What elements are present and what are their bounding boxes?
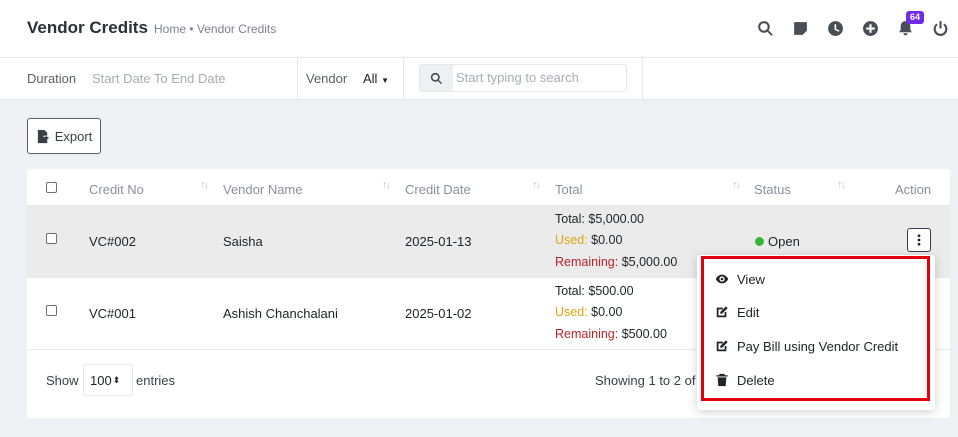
row-actions-button[interactable] — [907, 228, 931, 252]
remaining-label: Remaining: — [555, 255, 619, 269]
total-line: Total: $500.00 — [555, 284, 634, 298]
sort-icon[interactable]: ↑↓ — [200, 179, 209, 191]
menu-item-delete[interactable]: Delete — [715, 370, 775, 390]
used-label: Used: — [555, 233, 588, 247]
used-value: $0.00 — [591, 233, 623, 247]
credit-date: 2025-01-02 — [405, 306, 472, 321]
divider — [297, 58, 298, 100]
remaining-line: Remaining: $5,000.00 — [555, 255, 677, 269]
eye-icon — [715, 274, 729, 284]
more-vertical-icon — [917, 234, 921, 246]
edit-icon — [716, 306, 728, 318]
row-checkbox[interactable] — [46, 305, 57, 316]
column-header-credit-no[interactable]: Credit No — [89, 182, 144, 197]
vendor-select-value: All — [363, 71, 378, 86]
column-header-total[interactable]: Total — [555, 182, 582, 197]
edit-icon — [716, 340, 728, 352]
search-icon[interactable] — [420, 65, 453, 91]
used-line: Used: $0.00 — [555, 305, 622, 319]
caret-down-icon: ▼ — [381, 76, 389, 85]
bell-icon[interactable]: 64 — [888, 11, 925, 42]
credit-no: VC#002 — [89, 234, 136, 249]
sort-icon[interactable]: ↑↓ — [532, 179, 541, 191]
menu-item-view[interactable]: View — [715, 269, 765, 289]
divider — [403, 58, 404, 100]
date-range-input[interactable]: Start Date To End Date — [92, 71, 225, 86]
used-label: Used: — [555, 305, 588, 319]
sort-icon[interactable]: ↑↓ — [837, 179, 846, 191]
used-line: Used: $0.00 — [555, 233, 622, 247]
table-info: Showing 1 to 2 of — [595, 373, 696, 388]
file-export-icon — [37, 129, 49, 143]
vendor-name: Ashish Chanchalani — [223, 306, 338, 321]
export-button[interactable]: Export — [27, 118, 101, 154]
remaining-value: $500.00 — [621, 327, 667, 341]
notification-badge: 64 — [906, 11, 925, 24]
column-header-credit-date[interactable]: Credit Date — [405, 182, 471, 197]
search-box — [419, 64, 627, 92]
remaining-value: $5,000.00 — [621, 255, 678, 269]
total-value: $5,000.00 — [588, 212, 644, 226]
menu-item-pay-bill[interactable]: Pay Bill using Vendor Credit — [715, 336, 898, 356]
duration-label: Duration — [27, 71, 77, 86]
top-icon-bar: 64 — [748, 11, 958, 42]
vendor-name: Saisha — [223, 234, 263, 249]
vendor-select[interactable]: All ▼ — [363, 71, 389, 86]
show-label: Show — [46, 373, 79, 388]
search-input[interactable] — [456, 70, 621, 85]
search-icon[interactable] — [748, 14, 783, 42]
remaining-line: Remaining: $500.00 — [555, 327, 667, 341]
total-label: Total: — [555, 212, 585, 226]
sticky-note-icon[interactable] — [783, 14, 818, 42]
table-header: Credit No ↑↓ Vendor Name ↑↓ Credit Date … — [27, 169, 950, 206]
row-action-menu: View Edit Pay Bill using Vendor Credit D… — [697, 255, 935, 410]
status-text: Open — [768, 234, 800, 249]
column-header-vendor-name[interactable]: Vendor Name — [223, 182, 303, 197]
divider — [642, 58, 643, 100]
page-length-value: 100 — [90, 372, 112, 388]
credit-date: 2025-01-13 — [405, 234, 472, 249]
menu-item-label: View — [737, 271, 765, 287]
entries-label: entries — [136, 373, 176, 388]
page-title: Vendor Credits — [27, 18, 148, 37]
plus-circle-icon[interactable] — [853, 14, 888, 42]
sort-icon[interactable]: ↑↓ — [382, 179, 391, 191]
sort-caret-icon: ⬍ — [112, 374, 121, 385]
total-line: Total: $5,000.00 — [555, 212, 644, 226]
export-label: Export — [54, 128, 93, 144]
credit-no: VC#001 — [89, 306, 136, 321]
remaining-label: Remaining: — [555, 327, 619, 341]
power-icon[interactable] — [923, 14, 958, 42]
total-label: Total: — [555, 284, 585, 298]
clock-icon[interactable] — [818, 14, 853, 42]
menu-item-label: Delete — [737, 372, 775, 388]
used-value: $0.00 — [591, 305, 623, 319]
filter-bar: Duration Start Date To End Date Vendor A… — [0, 58, 958, 100]
status-dot — [755, 237, 764, 246]
column-header-status[interactable]: Status — [754, 182, 791, 197]
sort-icon[interactable]: ↑↓ — [732, 179, 741, 191]
menu-item-edit[interactable]: Edit — [715, 302, 759, 322]
trash-icon — [716, 373, 728, 387]
menu-item-label: Edit — [737, 304, 760, 320]
status-badge: Open — [755, 234, 800, 249]
page-length-select[interactable]: 100 ⬍ — [83, 364, 133, 396]
vendor-label: Vendor — [306, 71, 348, 86]
menu-item-label: Pay Bill using Vendor Credit — [737, 338, 899, 354]
column-header-action: Action — [895, 182, 932, 197]
top-bar: Vendor Credits Home • Vendor Credits 64 — [0, 0, 958, 58]
select-all-checkbox[interactable] — [46, 182, 57, 193]
row-checkbox[interactable] — [46, 233, 57, 244]
breadcrumb[interactable]: Home • Vendor Credits — [154, 22, 276, 36]
total-value: $500.00 — [588, 284, 634, 298]
